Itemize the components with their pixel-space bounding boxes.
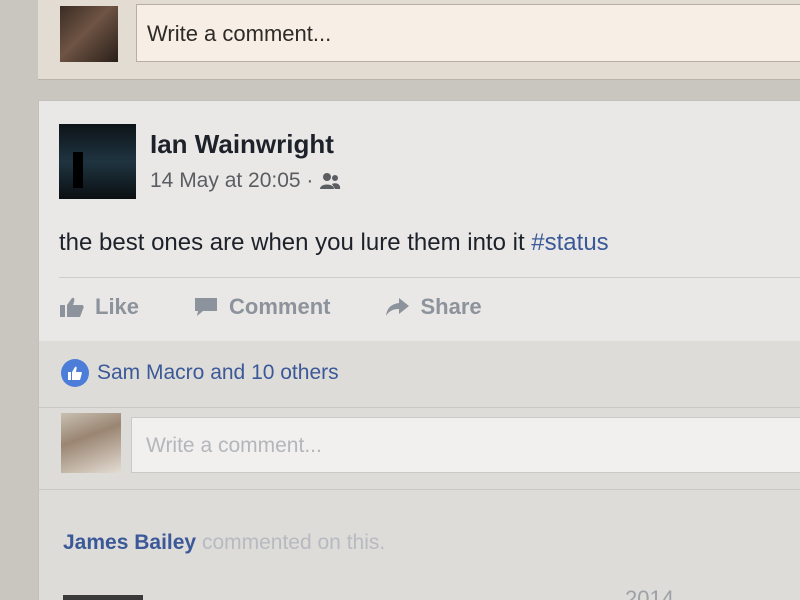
author-name[interactable]: Ian Wainwright [150,129,334,160]
comment-label: Comment [229,294,331,319]
friends-icon[interactable] [319,172,341,190]
hashtag-link[interactable]: #status [531,229,608,256]
avatar[interactable] [60,6,118,62]
post-body: the best ones are when you lure them int… [59,229,532,256]
like-badge-icon [61,359,89,387]
share-icon [386,298,410,316]
post-actions: Like Comment Share [59,291,482,323]
post-text: the best ones are when you lure them int… [59,229,609,257]
share-button[interactable]: Share [384,291,482,323]
post-card: Ian Wainwright 14 May at 20:05 · the bes… [38,100,800,600]
next-item-date-fragment: 2014 [625,586,674,600]
comment-input[interactable]: Write a comment... [131,417,800,473]
divider [59,277,800,278]
divider [39,489,800,490]
activity-text: commented on this. [201,531,386,554]
like-label: Like [95,294,140,319]
like-button[interactable]: Like [59,291,139,323]
avatar[interactable] [61,413,121,473]
likes-summary-text: Sam Macro and 10 others [97,361,339,384]
comment-icon [195,298,218,316]
author-avatar[interactable] [59,124,136,199]
next-item-avatar-fragment [63,595,143,600]
share-label: Share [420,294,482,319]
activity-user-link[interactable]: James Bailey [63,531,196,554]
comment-button[interactable]: Comment [193,291,330,323]
activity-line: James Bailey commented on this. [63,531,385,555]
reactions-section: Sam Macro and 10 others Write a comment.… [39,341,800,600]
comment-input[interactable]: Write a comment... [136,4,800,62]
post-timestamp[interactable]: 14 May at 20:05 · [150,169,313,193]
likes-summary[interactable]: Sam Macro and 10 others [61,359,339,387]
divider [39,407,800,408]
comment-composer: Write a comment... [39,413,800,479]
previous-post-comment-area: Write a comment... [38,0,800,80]
post-meta: 14 May at 20:05 · [150,169,341,193]
thumbs-up-icon [60,297,84,317]
